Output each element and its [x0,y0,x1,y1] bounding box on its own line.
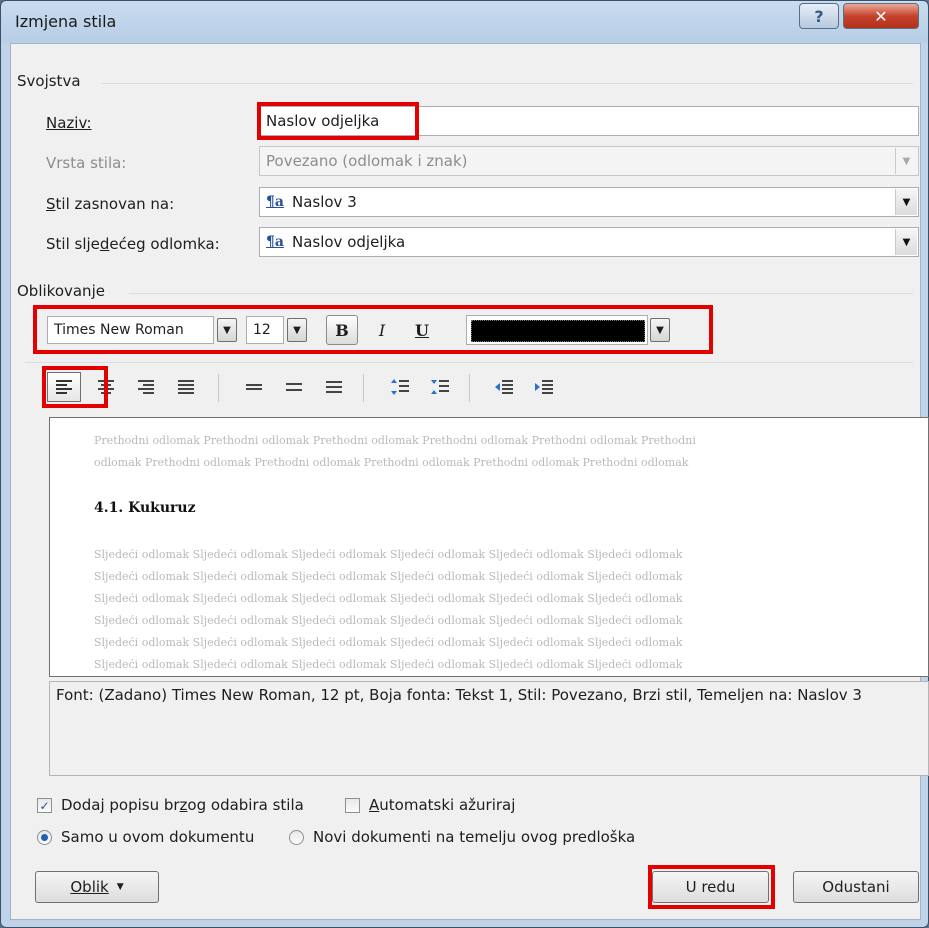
chevron-down-icon: ▼ [116,882,124,892]
chevron-down-icon: ▼ [895,148,917,174]
decrease-indent-button[interactable] [487,372,521,402]
align-right-button[interactable] [129,372,163,402]
single-spacing-button[interactable] [237,372,271,402]
justify-icon [178,380,194,394]
double-spacing-button[interactable] [317,372,351,402]
cancel-button[interactable]: Odustani [793,871,919,903]
type-label: Vrsta stila: [46,154,127,172]
formatting-divider [129,293,913,294]
preview-next-line: Sljedeći odlomak Sljedeći odlomak Sljede… [94,548,683,561]
format-button-label: Oblik [70,878,109,896]
check-icon: ✓ [39,798,50,813]
based-on-select[interactable]: ¶a Naslov 3 ▼ [259,187,919,217]
new-documents-radio[interactable] [289,830,304,845]
highlight-ok-button [648,865,775,909]
close-icon: ✕ [874,6,888,26]
only-this-document-radio[interactable] [37,830,52,845]
preview-next-line: Sljedeći odlomak Sljedeći odlomak Sljede… [94,614,683,627]
help-button[interactable]: ? [799,3,839,29]
new-documents-label: Novi dokumenti na temelju ovog predloška [313,828,636,846]
auto-update-label: Automatski ažuriraj [369,796,516,814]
highlight-font-toolbar [33,305,713,354]
properties-divider [101,83,913,84]
close-button[interactable]: ✕ [843,3,919,29]
style-preview: Prethodni odlomak Prethodni odlomak Pret… [49,417,929,677]
based-on-value: Naslov 3 [291,193,357,211]
decrease-spacing-before-button[interactable] [423,372,457,402]
cancel-button-label: Odustani [822,878,890,896]
style-type-select: Povezano (odlomak i znak) ▼ [259,146,919,176]
style-type-value: Povezano (odlomak i znak) [266,152,468,170]
one-half-spacing-button[interactable] [277,372,311,402]
double-spacing-icon [326,381,342,393]
one-half-spacing-icon [286,383,302,391]
align-right-icon [138,380,154,394]
chevron-down-icon[interactable]: ▼ [895,189,917,215]
preview-next-line: Sljedeći odlomak Sljedeći odlomak Sljede… [94,636,683,649]
dialog-body: Svojstva Naziv: Naslov odjeljka Vrsta st… [10,43,929,920]
paragraph-style-icon: ¶a [266,234,284,250]
only-this-document-label: Samo u ovom dokumentu [61,828,255,846]
add-quick-style-checkbox[interactable]: ✓ [37,798,52,813]
properties-group-label: Svojstva [17,72,81,90]
toolbar-separator [363,374,364,402]
title-bar[interactable]: Izmjena stila ? ✕ [1,1,928,43]
spacing-after-icon [431,380,449,394]
auto-update-checkbox[interactable] [345,798,360,813]
increase-indent-button[interactable] [527,372,561,402]
radio-selected-dot [41,834,48,841]
next-style-select[interactable]: ¶a Naslov odjeljka ▼ [259,227,919,257]
highlight-name-field [257,102,419,140]
increase-indent-icon [535,380,553,394]
increase-spacing-before-button[interactable] [383,372,417,402]
preview-heading: 4.1. Kukuruz [94,500,196,516]
justify-button[interactable] [169,372,203,402]
toolbar-separator [469,374,470,402]
toolbar-divider [25,362,913,363]
formatting-group-label: Oblikovanje [17,282,105,300]
dialog-window: Izmjena stila ? ✕ Svojstva Naziv: Naslov… [0,0,929,928]
next-style-value: Naslov odjeljka [291,233,406,251]
next-style-label: Stil sljedećeg odlomka: [46,235,220,253]
spacing-before-icon [391,379,409,395]
preview-previous-line: Prethodni odlomak Prethodni odlomak Pret… [94,434,696,447]
name-label: Naziv: [46,114,92,132]
help-icon: ? [814,6,824,26]
highlight-align-left [42,366,108,408]
preview-next-line: Sljedeći odlomak Sljedeći odlomak Sljede… [94,592,683,605]
add-quick-style-label: Dodaj popisu brzog odabira stila [61,796,304,814]
preview-next-line: Sljedeći odlomak Sljedeći odlomak Sljede… [94,658,683,671]
preview-next-line: Sljedeći odlomak Sljedeći odlomak Sljede… [94,570,683,583]
format-button[interactable]: Oblik ▼ [35,871,159,903]
based-on-label: Stil zasnovan na: [46,195,175,213]
toolbar-separator [218,374,219,402]
single-spacing-icon [246,384,262,390]
dialog-title: Izmjena stila [15,12,117,31]
preview-previous-line: odlomak Prethodni odlomak Prethodni odlo… [94,456,689,469]
paragraph-style-icon: ¶a [266,194,284,210]
decrease-indent-icon [495,380,513,394]
chevron-down-icon[interactable]: ▼ [895,229,917,255]
style-description: Font: (Zadano) Times New Roman, 12 pt, B… [49,681,929,776]
